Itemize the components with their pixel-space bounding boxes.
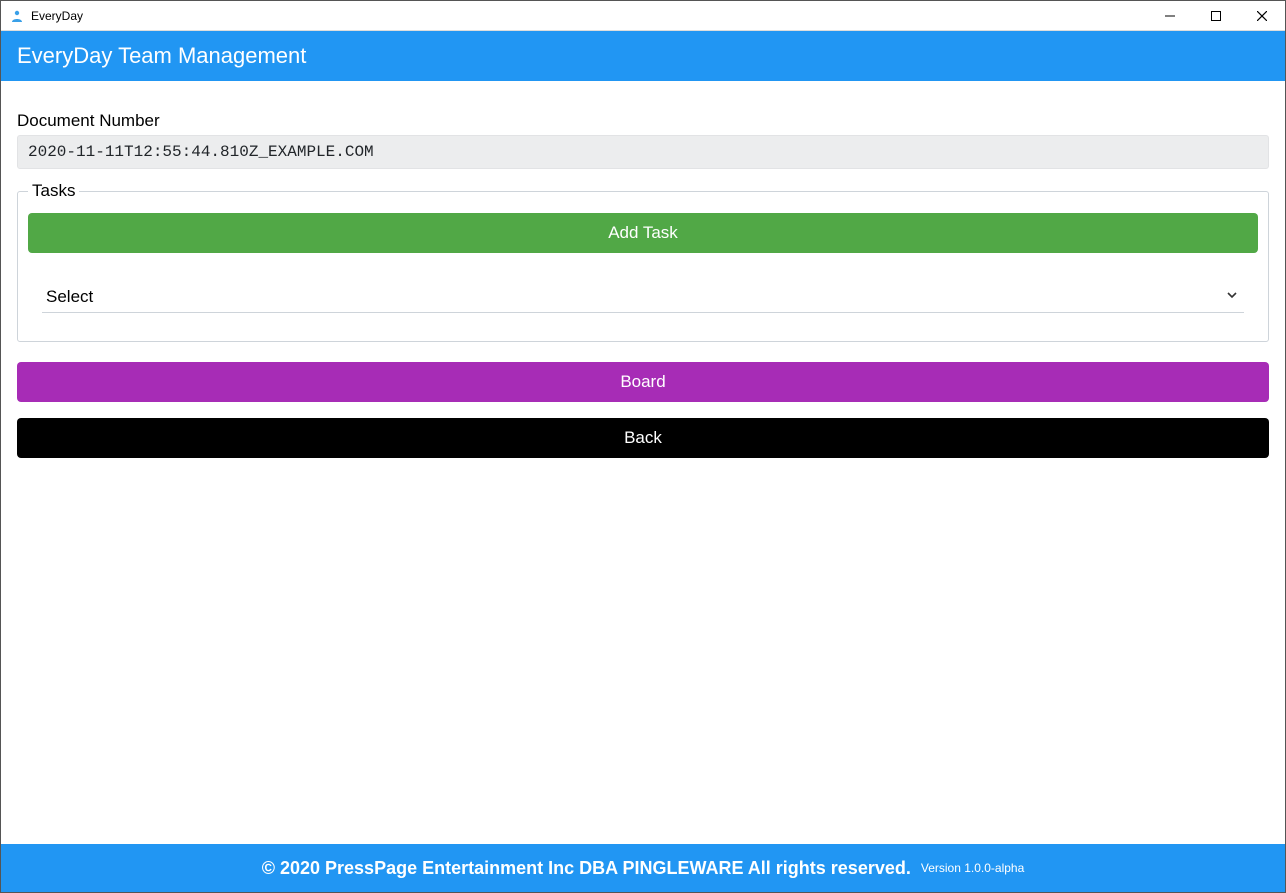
main-content: Document Number Tasks Add Task Select Bo… <box>1 81 1285 844</box>
copyright-text: © 2020 PressPage Entertainment Inc DBA P… <box>262 858 911 879</box>
back-button[interactable]: Back <box>17 418 1269 458</box>
close-icon <box>1257 11 1267 21</box>
task-select-wrap: Select <box>42 281 1244 313</box>
tasks-legend: Tasks <box>28 181 79 201</box>
close-button[interactable] <box>1239 1 1285 30</box>
document-number-field[interactable] <box>17 135 1269 169</box>
minimize-icon <box>1165 11 1175 21</box>
tasks-fieldset: Tasks Add Task Select <box>17 181 1269 342</box>
window-titlebar: EveryDay <box>1 1 1285 31</box>
document-number-label: Document Number <box>17 111 1269 131</box>
task-select[interactable]: Select <box>42 281 1244 313</box>
window-controls <box>1147 1 1285 30</box>
minimize-button[interactable] <box>1147 1 1193 30</box>
board-button[interactable]: Board <box>17 362 1269 402</box>
add-task-button[interactable]: Add Task <box>28 213 1258 253</box>
maximize-button[interactable] <box>1193 1 1239 30</box>
page-title: EveryDay Team Management <box>17 43 306 68</box>
footer: © 2020 PressPage Entertainment Inc DBA P… <box>1 844 1285 892</box>
maximize-icon <box>1211 11 1221 21</box>
version-text: Version 1.0.0-alpha <box>921 861 1024 875</box>
app-icon <box>9 8 25 24</box>
window-title: EveryDay <box>31 9 83 23</box>
page-header: EveryDay Team Management <box>1 31 1285 81</box>
titlebar-left: EveryDay <box>9 8 83 24</box>
